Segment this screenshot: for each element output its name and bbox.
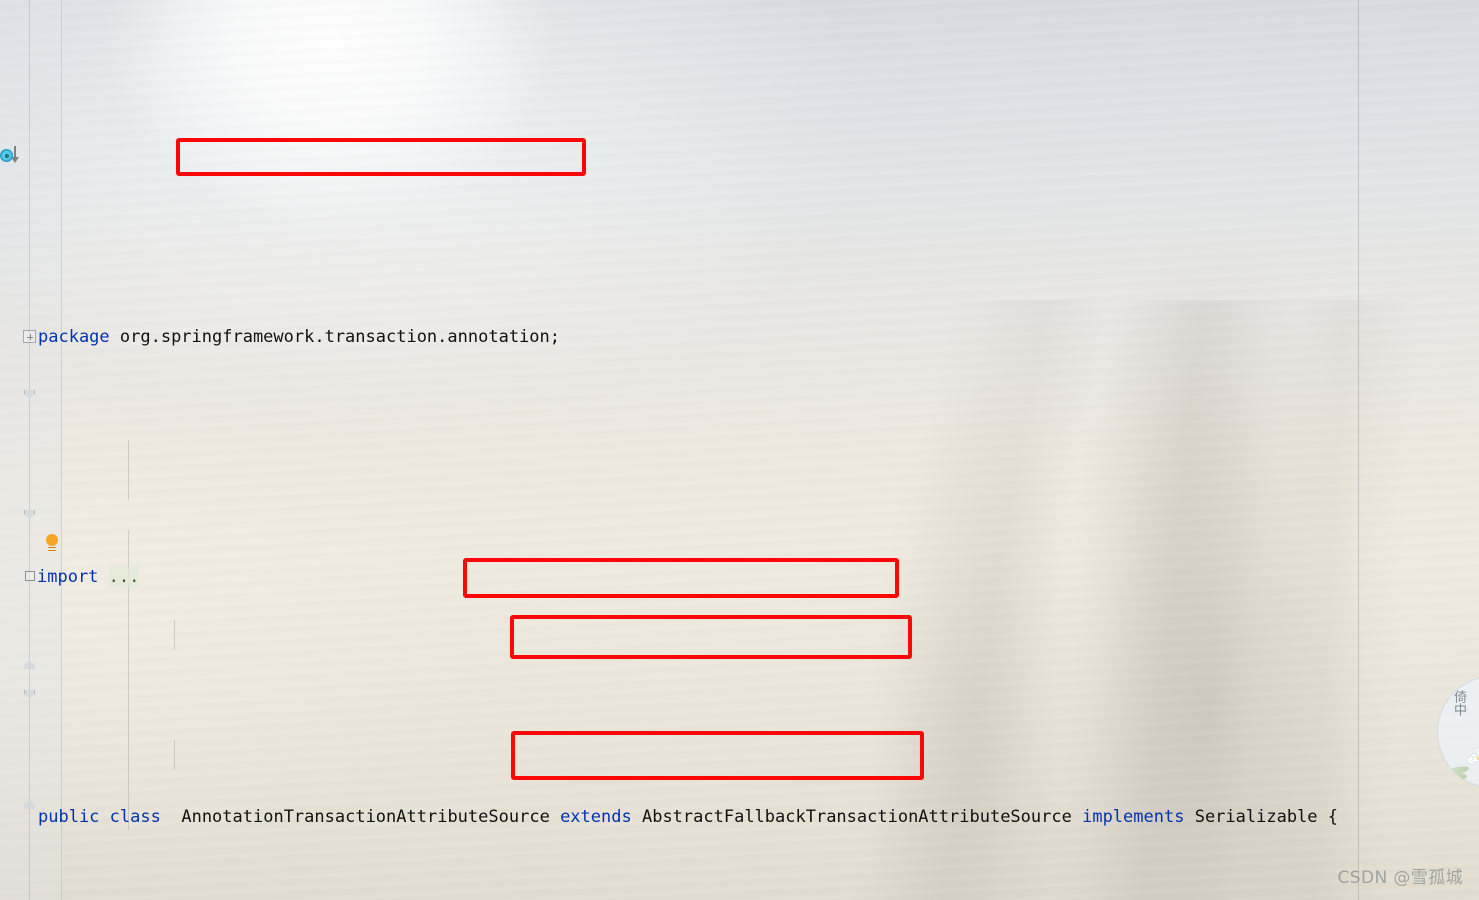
keyword-class: class [109,807,161,827]
code-line: package org.springframework.transaction.… [0,322,1479,352]
fold-expand-icon[interactable] [25,571,35,581]
class-name: AnnotationTransactionAttributeSource [181,807,550,827]
watermark: CSDN @雪孤城 [1337,868,1463,888]
open-brace: { [1327,807,1339,827]
code-area[interactable]: package org.springframework.transaction.… [0,0,1479,900]
code-editor-window: 倚中 package org.springframework.transacti… [0,0,1479,900]
indent-guide [174,740,175,770]
collapsed-imports[interactable]: ... [108,567,140,587]
keyword-extends: extends [560,807,632,827]
keyword-package: package [38,327,110,347]
indent-guide [174,620,175,650]
code-line: import ... [0,562,1479,592]
keyword-implements: implements [1082,807,1185,827]
interface-name: Serializable [1194,807,1318,827]
package-path: org.springframework.transaction.annotati… [109,327,560,347]
keyword-public: public [38,807,100,827]
superclass-name: AbstractFallbackTransactionAttributeSour… [641,807,1072,827]
keyword-import: import [37,567,99,587]
code-line-class-declaration: public class AnnotationTransactionAttrib… [0,802,1479,832]
